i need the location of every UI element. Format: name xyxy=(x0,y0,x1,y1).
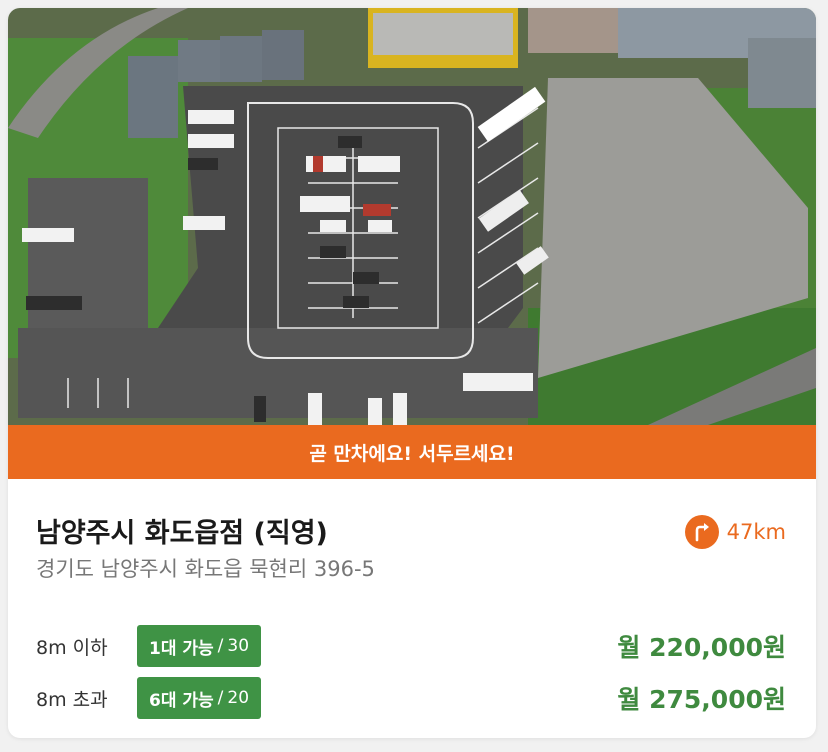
aerial-parking-photo xyxy=(8,8,816,425)
total-spots: 30 xyxy=(227,636,250,656)
parking-lot-card[interactable]: 곧 만차에요! 서두르세요! 남양주시 화도읍점 (직영) 경기도 남양주시 화… xyxy=(8,8,816,738)
availability-badge: 6대 가능 / 20 xyxy=(137,677,262,719)
availability-badge: 1대 가능 / 30 xyxy=(137,625,262,667)
available-spots: 6대 가능 xyxy=(149,690,214,711)
plan-row-under-8m: 8m 이하 1대 가능 / 30 월 220,000원 xyxy=(36,625,786,667)
listing-title[interactable]: 남양주시 화도읍점 (직영) xyxy=(36,511,328,550)
distance-value: 47km xyxy=(726,520,786,544)
directions-turn-icon xyxy=(684,515,719,549)
plan-row-over-8m: 8m 초과 6대 가능 / 20 월 275,000원 xyxy=(36,677,786,719)
listing-info: 남양주시 화도읍점 (직영) 경기도 남양주시 화도읍 묵현리 396-5 47… xyxy=(8,479,816,738)
distance-indicator[interactable]: 47km xyxy=(684,515,786,549)
monthly-price: 월 220,000원 xyxy=(617,633,786,662)
listing-address: 경기도 남양주시 화도읍 묵현리 396-5 xyxy=(36,557,375,581)
monthly-price: 월 275,000원 xyxy=(617,685,786,714)
available-spots: 1대 가능 xyxy=(149,638,214,659)
vehicle-size-label: 8m 초과 xyxy=(36,688,108,711)
vehicle-size-label: 8m 이하 xyxy=(36,636,108,659)
total-spots: 20 xyxy=(227,688,250,708)
almost-full-banner: 곧 만차에요! 서두르세요! xyxy=(8,425,816,479)
